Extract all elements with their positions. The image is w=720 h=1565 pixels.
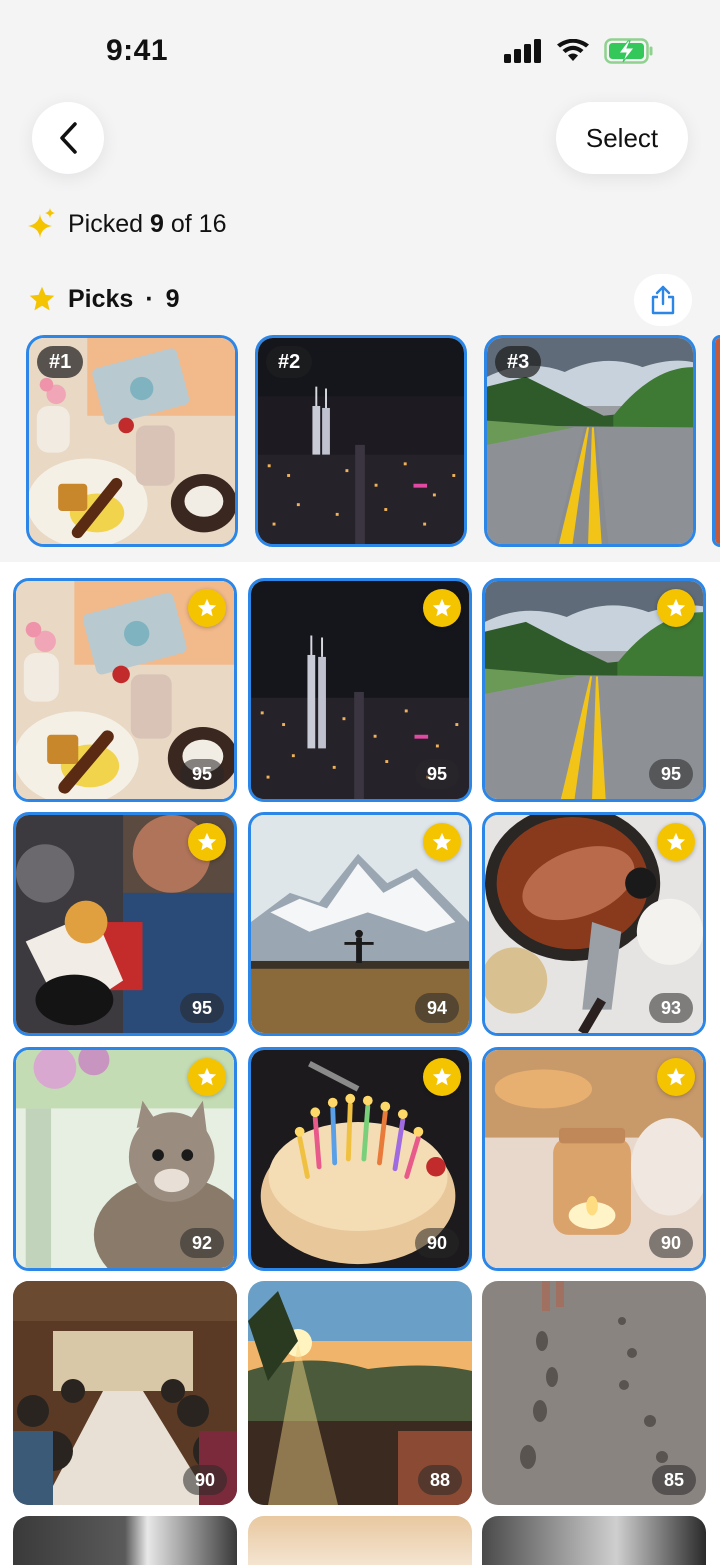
star-badge-icon bbox=[423, 823, 461, 861]
partial-photo bbox=[715, 338, 720, 544]
score-badge: 90 bbox=[183, 1465, 227, 1495]
score-badge: 93 bbox=[649, 993, 693, 1023]
pick-rank-badge: #3 bbox=[495, 346, 542, 378]
status-bar: 9:41 bbox=[0, 0, 720, 100]
share-button[interactable] bbox=[634, 274, 692, 326]
picks-separator: · bbox=[145, 284, 154, 313]
score-badge: 94 bbox=[415, 993, 459, 1023]
grid-tile[interactable]: 85 bbox=[482, 1281, 706, 1505]
star-badge-icon bbox=[188, 823, 226, 861]
picks-header: Picks · 9 bbox=[28, 280, 180, 318]
score-badge: 92 bbox=[180, 1228, 224, 1258]
picked-total: 16 bbox=[198, 209, 227, 238]
share-icon bbox=[651, 285, 675, 315]
chevron-left-icon bbox=[60, 122, 77, 154]
score-badge: 85 bbox=[652, 1465, 696, 1495]
star-badge-icon bbox=[188, 1058, 226, 1096]
score-badge: 95 bbox=[415, 759, 459, 789]
score-badge: 95 bbox=[180, 993, 224, 1023]
score-badge: 90 bbox=[415, 1228, 459, 1258]
star-badge-icon bbox=[657, 1058, 695, 1096]
partial-photo bbox=[248, 1516, 472, 1565]
status-icons bbox=[504, 38, 654, 64]
grid-tile[interactable] bbox=[13, 1516, 237, 1565]
battery-charging-icon bbox=[604, 38, 653, 64]
grid-tile[interactable]: 95 bbox=[13, 812, 237, 1036]
cellular-signal-icon bbox=[504, 39, 541, 63]
status-time: 9:41 bbox=[106, 34, 169, 67]
pick-rank-badge: #1 bbox=[37, 346, 84, 378]
picked-count: 9 bbox=[150, 209, 164, 238]
sparkles-icon bbox=[28, 208, 55, 238]
grid-tile[interactable]: 88 bbox=[248, 1281, 472, 1505]
score-badge: 90 bbox=[649, 1228, 693, 1258]
grid-tile[interactable]: 95 bbox=[482, 578, 706, 802]
picked-prefix: Picked bbox=[68, 209, 144, 238]
grid-tile[interactable]: 90 bbox=[482, 1047, 706, 1271]
score-badge: 95 bbox=[180, 759, 224, 789]
picked-summary-text: Picked 9 of 16 bbox=[68, 210, 226, 239]
picks-count: 9 bbox=[165, 284, 180, 313]
score-badge: 88 bbox=[418, 1465, 462, 1495]
pick-card-3[interactable]: #3 bbox=[484, 335, 696, 547]
partial-photo bbox=[13, 1516, 237, 1565]
grid-tile[interactable] bbox=[248, 1516, 472, 1565]
grid-tile[interactable]: 90 bbox=[13, 1281, 237, 1505]
back-button[interactable] bbox=[32, 102, 104, 174]
picked-of: of bbox=[170, 209, 192, 238]
grid-tile[interactable]: 95 bbox=[13, 578, 237, 802]
grid-tile[interactable]: 94 bbox=[248, 812, 472, 1036]
picks-label: Picks bbox=[68, 284, 134, 313]
star-badge-icon bbox=[423, 589, 461, 627]
pick-card-4[interactable] bbox=[712, 335, 720, 547]
star-icon bbox=[29, 286, 55, 311]
score-badge: 95 bbox=[649, 759, 693, 789]
star-badge-icon bbox=[423, 1058, 461, 1096]
pick-card-1[interactable]: #1 bbox=[26, 335, 238, 547]
star-badge-icon bbox=[657, 589, 695, 627]
select-button[interactable]: Select bbox=[556, 102, 688, 174]
grid-tile[interactable] bbox=[482, 1516, 706, 1565]
partial-photo bbox=[482, 1516, 706, 1565]
star-badge-icon bbox=[657, 823, 695, 861]
grid-tile[interactable]: 95 bbox=[248, 578, 472, 802]
picked-summary: Picked 9 of 16 bbox=[28, 204, 226, 244]
grid-tile[interactable]: 90 bbox=[248, 1047, 472, 1271]
star-badge-icon bbox=[188, 589, 226, 627]
pick-card-2[interactable]: #2 bbox=[255, 335, 467, 547]
pick-rank-badge: #2 bbox=[266, 346, 313, 378]
wifi-icon bbox=[557, 39, 589, 61]
grid-tile[interactable]: 92 bbox=[13, 1047, 237, 1271]
grid-tile[interactable]: 93 bbox=[482, 812, 706, 1036]
